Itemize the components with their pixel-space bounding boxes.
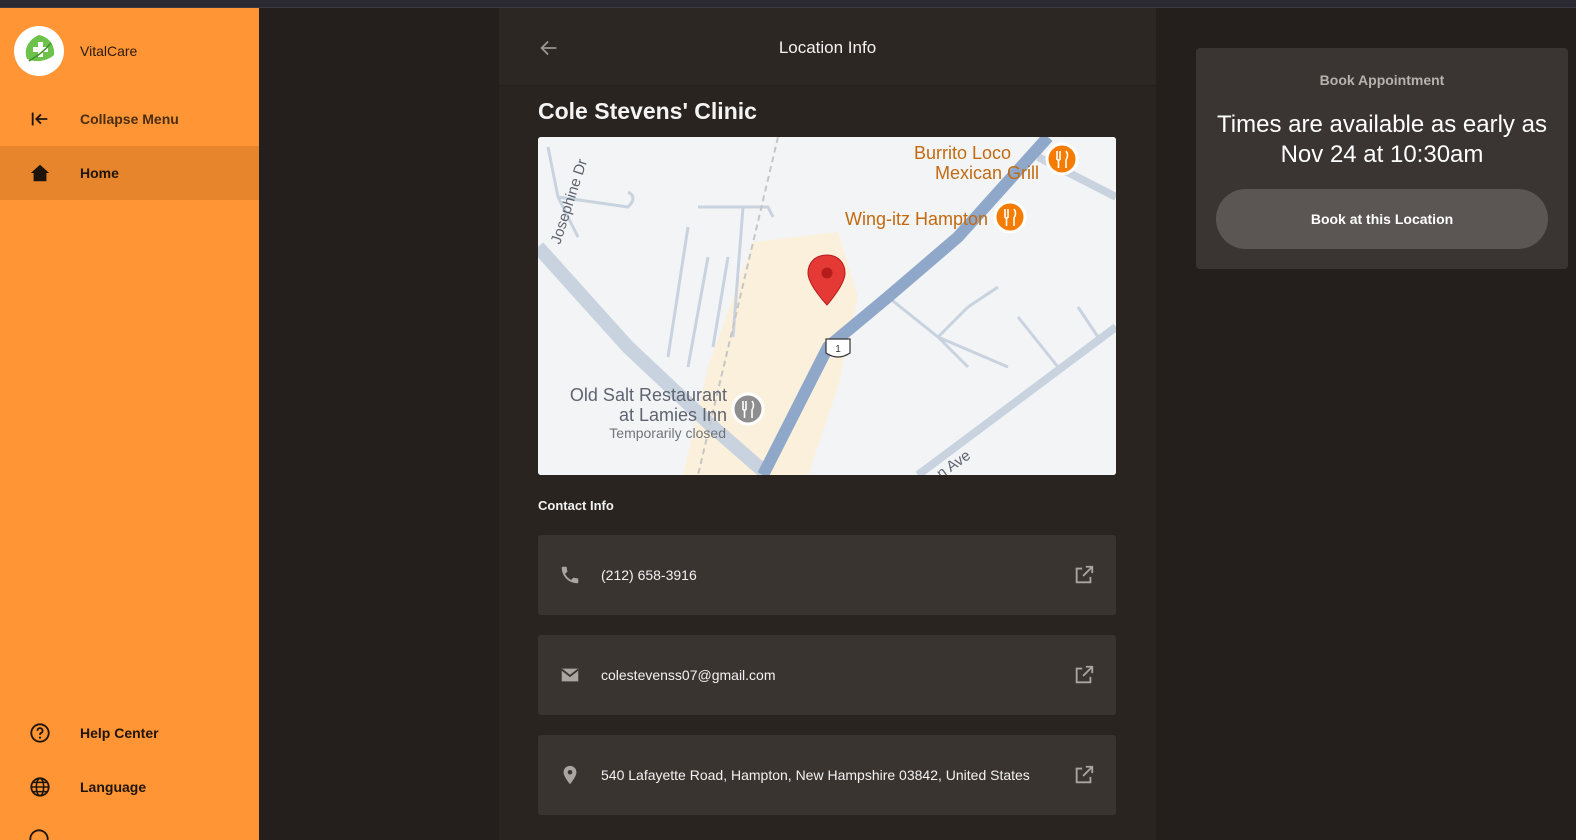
svg-text:Burrito Loco: Burrito Loco	[914, 143, 1011, 163]
restaurant-marker-icon	[731, 392, 765, 426]
vitalcare-logo	[14, 26, 64, 76]
sidebar-item-label: Language	[80, 779, 147, 795]
book-appointment-card: Book Appointment Times are available as …	[1196, 48, 1568, 269]
collapse-menu-label: Collapse Menu	[80, 111, 179, 127]
external-link-icon[interactable]	[1072, 663, 1096, 687]
globe-icon	[28, 775, 52, 799]
help-circle-icon	[28, 721, 52, 745]
clinic-name: Cole Stevens' Clinic	[538, 98, 757, 124]
book-appointment-title: Book Appointment	[1319, 72, 1445, 88]
sidebar-item-label: Home	[80, 165, 119, 181]
email-address: colestevenss07@gmail.com	[601, 667, 776, 683]
brand[interactable]: VitalCare	[14, 26, 137, 76]
sidebar-item-help-center[interactable]: Help Center	[0, 706, 259, 760]
window-top-strip	[0, 0, 1576, 8]
sidebar-item-label: Help Center	[80, 725, 159, 741]
map-pin-icon	[558, 763, 582, 787]
restaurant-marker-icon	[1045, 142, 1079, 176]
contact-address-row[interactable]: 540 Lafayette Road, Hampton, New Hampshi…	[538, 735, 1116, 815]
main-content: Location Info Cole Stevens' Clinic 1 Jos…	[499, 8, 1156, 840]
svg-text:at Lamies Inn: at Lamies Inn	[619, 405, 727, 425]
page-header: Location Info	[499, 8, 1156, 86]
sidebar-item-language[interactable]: Language	[0, 760, 259, 814]
street-address: 540 Lafayette Road, Hampton, New Hampshi…	[601, 767, 1030, 783]
sidebar-item-home[interactable]: Home	[0, 146, 259, 200]
svg-text:Old Salt Restaurant: Old Salt Restaurant	[570, 385, 727, 405]
external-link-icon[interactable]	[1072, 763, 1096, 787]
restaurant-marker-icon	[993, 200, 1027, 234]
collapse-menu-button[interactable]: Collapse Menu	[0, 92, 259, 146]
external-link-icon[interactable]	[1072, 563, 1096, 587]
location-map[interactable]: 1 Josephine Dr n Ave Burrito Loco Mexica…	[538, 137, 1116, 475]
sidebar: VitalCare Collapse Menu Home Help Center…	[0, 8, 259, 840]
svg-text:Temporarily closed: Temporarily closed	[609, 425, 726, 441]
page-title: Location Info	[778, 38, 877, 57]
svg-text:Wing-itz Hampton: Wing-itz Hampton	[845, 209, 988, 229]
contact-info-heading: Contact Info	[538, 498, 614, 513]
phone-icon	[558, 563, 582, 587]
contact-phone-row[interactable]: (212) 658-3916	[538, 535, 1116, 615]
home-icon	[28, 161, 52, 185]
collapse-left-icon	[28, 107, 52, 131]
email-icon	[558, 663, 582, 687]
svg-text:Mexican Grill: Mexican Grill	[935, 163, 1039, 183]
book-at-location-button[interactable]: Book at this Location	[1216, 189, 1548, 249]
contact-email-row[interactable]: colestevenss07@gmail.com	[538, 635, 1116, 715]
app-name: VitalCare	[80, 43, 138, 59]
availability-text: Times are available as early as Nov 24 a…	[1217, 111, 1547, 168]
phone-number: (212) 658-3916	[601, 567, 697, 583]
partial-icon	[28, 828, 52, 840]
svg-text:1: 1	[835, 344, 841, 355]
